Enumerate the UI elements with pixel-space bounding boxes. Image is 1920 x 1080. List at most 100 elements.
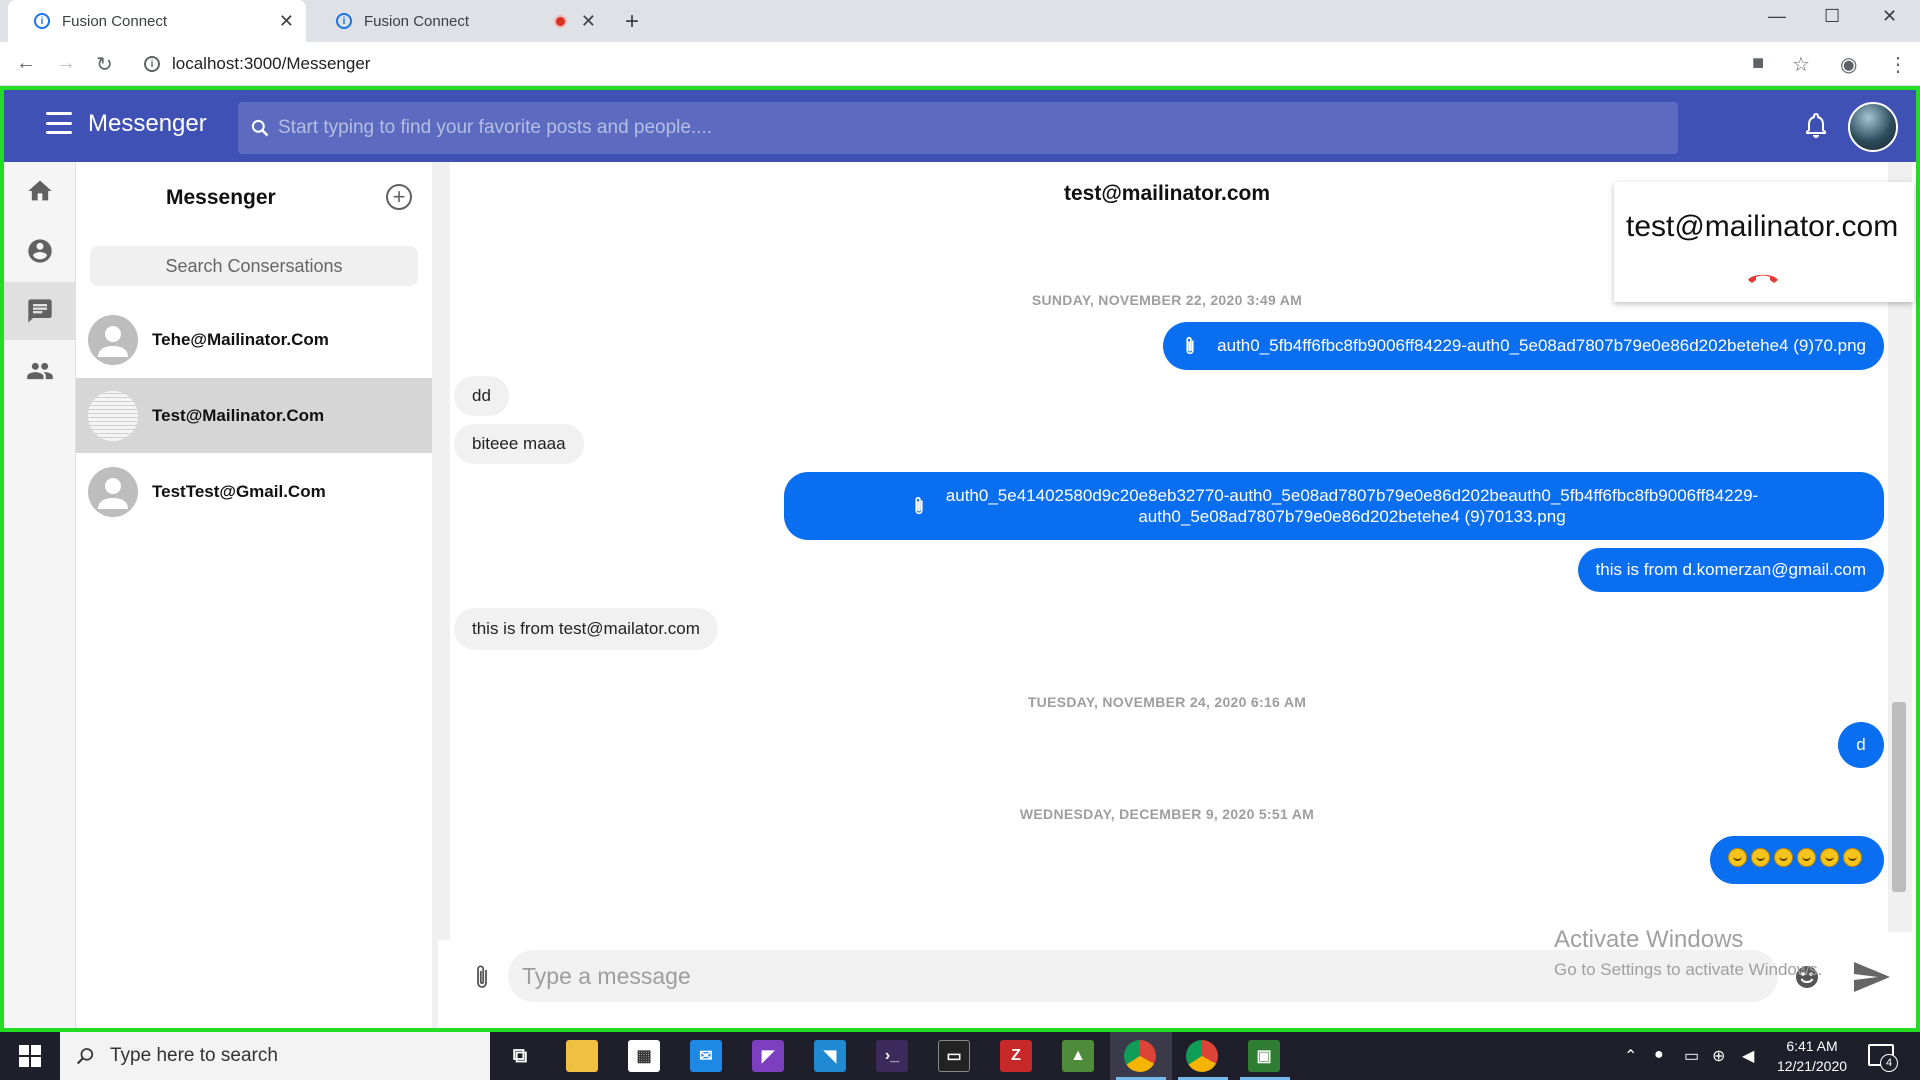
tray-chevron-icon[interactable]: ⌃ [1624,1046,1637,1066]
info-icon[interactable]: i [144,56,160,72]
profile-icon[interactable]: ◉ [1840,52,1857,77]
chrome-icon[interactable] [1124,1040,1156,1072]
windows-logo-icon [19,1045,41,1067]
conversation-search-input[interactable] [90,246,418,286]
rail-profile[interactable] [4,222,76,280]
conversation-item[interactable]: Tehe@Mailinator.Com [76,302,432,377]
chrome-icon[interactable] [1186,1040,1218,1072]
camera-icon[interactable]: ■ [1752,52,1764,75]
message-bubble-sent[interactable]: d [1838,722,1884,768]
user-avatar[interactable] [1848,102,1898,152]
message-bubble-received[interactable]: this is from test@mailator.com [454,608,718,650]
clock-date: 12/21/2020 [1776,1058,1848,1074]
hamburger-menu-icon[interactable] [46,112,72,134]
tab-title: Fusion Connect [364,12,470,30]
url-field[interactable]: i localhost:3000/Messenger [144,48,1744,80]
site-favicon-icon: i [34,13,50,29]
rail-home[interactable] [4,162,76,220]
visual-studio-icon[interactable]: ◤ [752,1040,784,1072]
conversation-name: TestTest@Gmail.Com [152,481,326,501]
reload-icon[interactable]: ↻ [96,52,113,77]
browser-tab-active[interactable]: i Fusion Connect ✕ [8,0,306,42]
message-text: dd [472,386,491,405]
maximize-button[interactable]: ☐ [1824,6,1840,27]
message-bubble-received[interactable]: dd [454,376,509,416]
message-text: auth0_5e41402580d9c20e8eb32770-auth0_5e0… [946,485,1758,527]
tab-close-icon[interactable]: ✕ [279,11,294,32]
console-icon[interactable]: ▭ [938,1040,970,1072]
message-bubble-sent[interactable] [1710,836,1884,884]
conversation-scrollbar[interactable] [432,162,450,1028]
terminal-icon[interactable]: ›_ [876,1040,908,1072]
add-conversation-icon[interactable]: + [386,184,412,210]
forward-icon[interactable]: → [56,52,76,75]
network-icon[interactable]: ⊕ [1712,1046,1725,1066]
url-text: localhost:3000/Messenger [172,54,371,73]
date-separator: TUESDAY, NOVEMBER 24, 2020 6:16 AM [1027,694,1307,710]
minimize-button[interactable]: — [1768,6,1786,27]
task-view-icon[interactable]: ⧉ [504,1040,536,1072]
address-bar: ← → ↻ i localhost:3000/Messenger ■ ☆ ◉ ⋮ [0,42,1920,86]
scrollbar-thumb[interactable] [1892,702,1906,892]
send-icon[interactable] [1852,960,1892,994]
global-search [238,102,1678,154]
taskbar-search[interactable]: Type here to search [60,1032,490,1080]
tab-title: Fusion Connect [62,12,168,30]
attachment-icon[interactable] [472,962,492,992]
date-separator: WEDNESDAY, DECEMBER 9, 2020 5:51 AM [1019,806,1315,822]
message-bubble-sent[interactable]: auth0_5e41402580d9c20e8eb32770-auth0_5e0… [784,472,1884,540]
message-bubble-sent[interactable]: auth0_5fb4ff6fbc8fb9006ff84229-auth0_5e0… [1163,322,1884,370]
mail-icon[interactable]: ✉ [690,1040,722,1072]
windows-taskbar: Type here to search ⧉ ▦ ✉ ◤ ◥ ›_ ▭ Z ▲ ▣… [0,1032,1920,1080]
message-text: d [1856,735,1866,754]
new-tab-button[interactable]: + [625,8,639,36]
attachment-icon [915,496,923,515]
call-contact-name: test@mailinator.com [1626,210,1899,243]
conversation-list: Messenger + Tehe@Mailinator.Com Test@Mai… [76,162,438,1028]
window-close-button[interactable]: ✕ [1882,6,1897,27]
tab-close-icon[interactable]: ✕ [581,11,596,32]
person-icon [98,325,128,357]
search-icon [251,119,269,137]
browser-tab[interactable]: i Fusion Connect ✕ [310,0,608,42]
message-line: auth0_5e41402580d9c20e8eb32770-auth0_5e0… [945,486,1759,505]
rail-people[interactable] [4,342,76,400]
star-icon[interactable]: ☆ [1792,52,1810,77]
conversation-name: Tehe@Mailinator.Com [152,329,329,349]
message-text: auth0_5fb4ff6fbc8fb9006ff84229-auth0_5e0… [1217,336,1866,355]
notification-bell-icon[interactable] [1804,112,1828,138]
home-icon [28,180,52,201]
back-icon[interactable]: ← [16,52,36,75]
message-bubble-received[interactable]: biteee maaa [454,424,584,464]
app-icon[interactable]: ▲ [1062,1040,1094,1072]
grin-emoji-icon [1797,848,1816,867]
clock-time: 6:41 AM [1786,1038,1838,1054]
file-explorer-icon[interactable] [566,1040,598,1072]
message-text: this is from test@mailator.com [472,619,700,638]
grin-emoji-icon [1843,848,1862,867]
store-icon[interactable]: ▦ [628,1040,660,1072]
global-search-input[interactable] [278,117,1658,139]
app-icon[interactable]: ▣ [1248,1040,1280,1072]
battery-icon[interactable]: ▭ [1684,1046,1699,1066]
system-clock[interactable]: 6:41 AM 12/21/2020 [1772,1036,1852,1076]
message-bubble-sent[interactable]: this is from d.komerzan@gmail.com [1577,548,1884,592]
call-end-icon[interactable] [1746,268,1780,284]
volume-icon[interactable]: ◀ [1742,1046,1754,1066]
person-icon [98,477,128,509]
filezilla-icon[interactable]: Z [1000,1040,1032,1072]
start-button[interactable] [0,1032,60,1080]
emoji-message [1728,848,1866,872]
microphone-icon[interactable]: ● [1654,1046,1664,1064]
watermark-subtitle: Go to Settings to activate Windows. [1554,960,1823,979]
vscode-icon[interactable]: ◥ [814,1040,846,1072]
recording-icon [553,14,567,28]
avatar [88,314,138,365]
conversation-item[interactable]: TestTest@Gmail.Com [76,454,432,529]
watermark-title: Activate Windows [1554,926,1744,953]
rail-messenger[interactable] [4,282,76,340]
conversation-list-title: Messenger [166,186,276,209]
chat-icon [28,299,52,323]
menu-icon[interactable]: ⋮ [1888,52,1908,77]
conversation-item[interactable]: Test@Mailinator.Com [76,378,432,453]
